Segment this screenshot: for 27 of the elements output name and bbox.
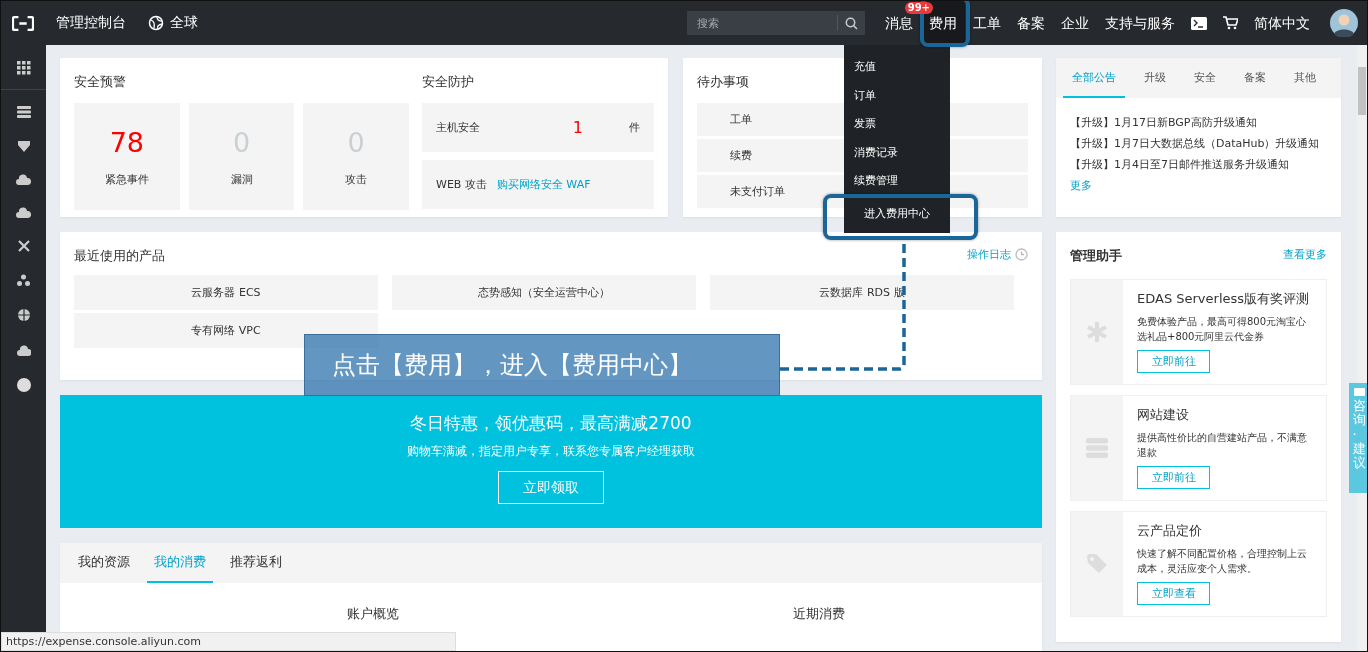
notification-badge: 99+ [904,2,933,14]
promo-description: 免费体验产品，最高可得800元淘宝心选礼品+800元阿里云代金券 [1137,315,1308,344]
card-title: 待办事项 [697,73,750,91]
row-label: 主机安全 [436,120,480,135]
promo-description: 提供高性价比的自营建站产品，不满意退款 [1137,431,1308,460]
banner-subtitle: 购物车满减，指定用户专享，联系您专属客户经理获取 [407,443,695,460]
row-label: WEB 攻击 [436,177,487,192]
unit-label: 件 [629,120,640,135]
annotation-callout: 点击【费用】，进入【费用中心】 [304,334,780,396]
feedback-label: 咨询·建议 [1352,399,1366,471]
count-value: 1 [572,118,583,137]
card-title: 安全预警 [74,73,127,91]
promo-title: EDAS Serverless版有奖评测 [1137,290,1310,308]
card-title: 最近使用的产品 [74,247,165,265]
promo-description: 快速了解不同配置价格，合理控制上云成本，灵活应变个人需求。 [1137,547,1308,576]
card-title: 安全防护 [422,73,475,91]
banner-title: 冬日特惠，领优惠码，最高满减2700 [410,412,692,435]
status-url: https://expense.console.aliyun.com [1,632,456,651]
section-title: 近期消费 [793,605,845,623]
stat-label: 攻击 [345,171,368,187]
section-title: 账户概览 [347,605,399,623]
stat-label: 漏洞 [230,171,253,187]
promo-title: 网站建设 [1137,406,1189,424]
stat-label: 紧急事件 [104,171,149,187]
promo-title: 云产品定价 [1137,522,1202,540]
card-title: 管理助手 [1070,247,1122,265]
stat-value: 78 [109,126,144,158]
